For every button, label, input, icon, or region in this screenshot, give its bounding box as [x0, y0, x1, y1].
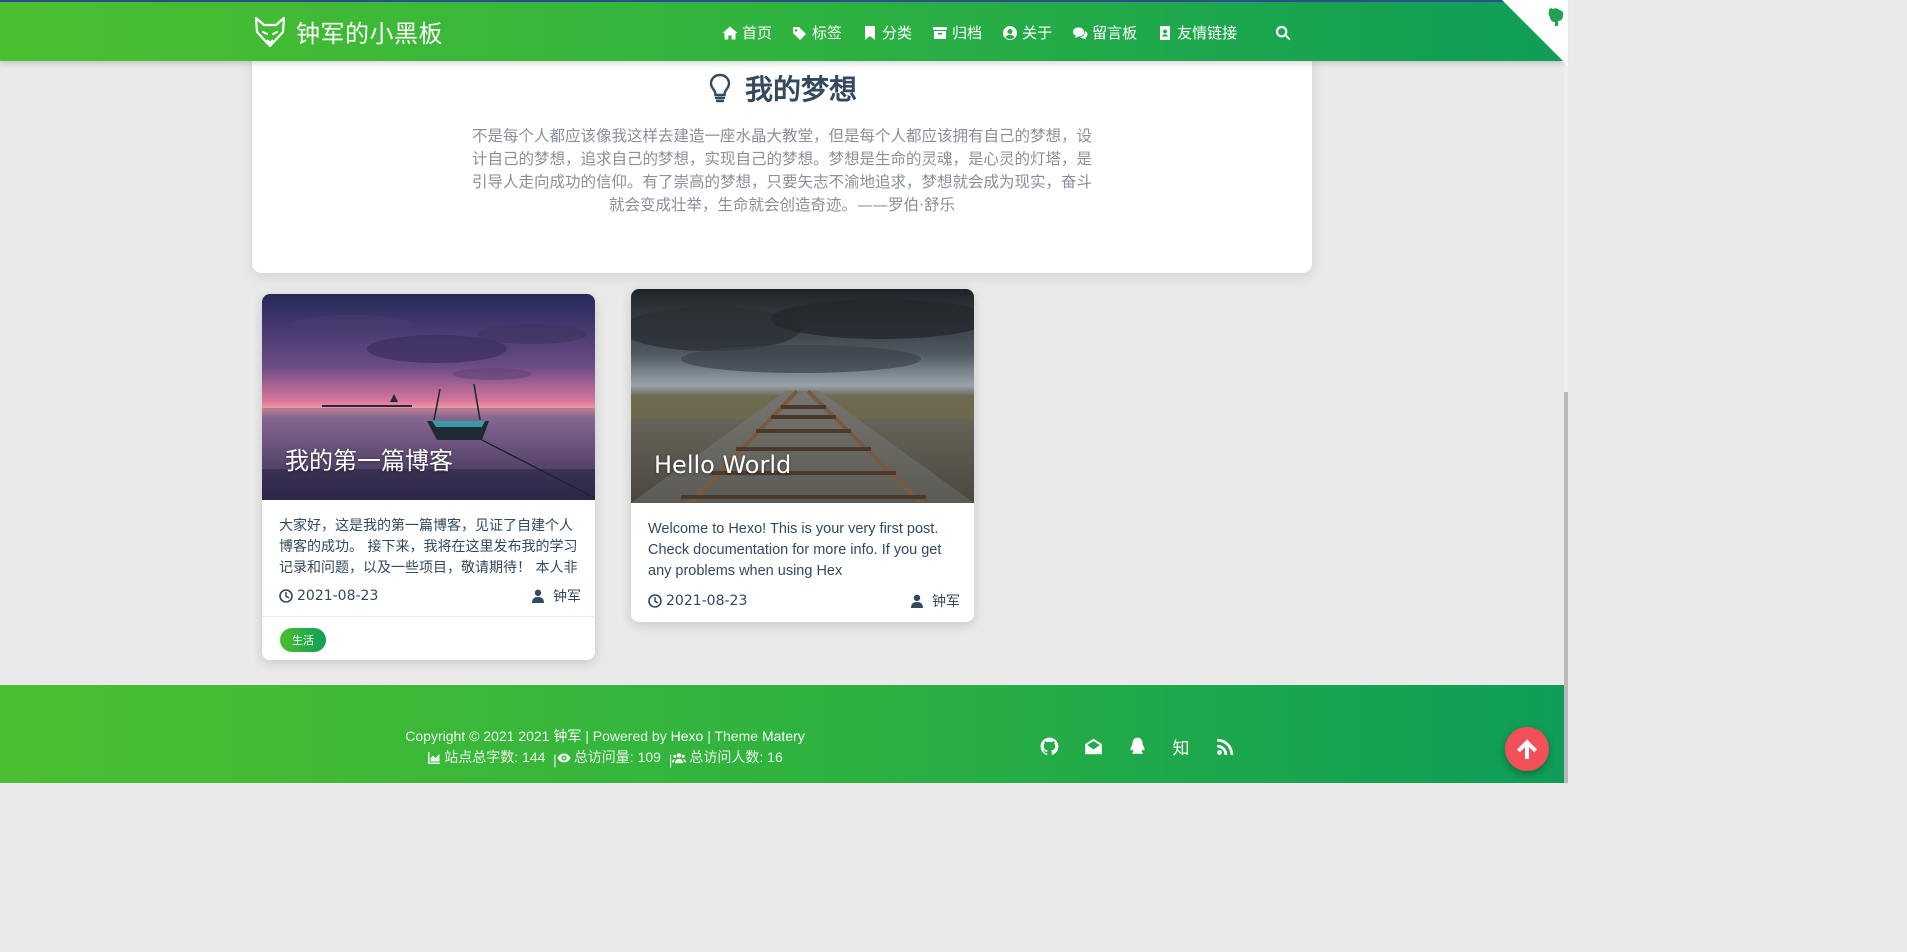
email-link[interactable] — [1082, 735, 1104, 757]
bookmark-icon — [865, 25, 876, 40]
post-author[interactable]: 钟军 — [910, 591, 960, 611]
post-meta: 2021-08-23 钟军 — [648, 591, 960, 611]
pv-label: 总访问量: — [573, 749, 634, 765]
envelope-open-icon — [1084, 738, 1102, 754]
post-excerpt: 大家好，这是我的第一篇博客，见证了自建个人博客的成功。 接下来，我将在这里发布我… — [279, 518, 578, 576]
main-nav: 首页 标签 分类 归档 关于 留言板 友情链接 — [712, 2, 1305, 63]
post-author[interactable]: 钟军 — [531, 586, 581, 606]
site-title: 钟军的小黑板 — [296, 20, 443, 48]
owner-link[interactable]: 钟军 — [553, 728, 581, 744]
nav-label: 归档 — [952, 24, 983, 42]
dream-title: 我的梦想 — [744, 73, 857, 106]
copyright-line: Copyright © 2021 2021 钟军 | Powered by He… — [0, 726, 1210, 747]
home-icon — [722, 26, 738, 39]
post-date-text: 2021-08-23 — [297, 588, 379, 604]
nav-item-categories[interactable]: 分类 — [852, 2, 922, 63]
lightbulb-icon — [709, 73, 731, 103]
uv-label: 总访问人数: — [689, 749, 764, 765]
zhihu-link[interactable]: 知 — [1170, 735, 1192, 759]
clock-icon — [648, 594, 662, 608]
uv-value: 16 — [767, 749, 783, 765]
nav-label: 友情链接 — [1177, 24, 1238, 42]
post-meta: 2021-08-23 钟军 — [279, 586, 581, 606]
page-scrollbar[interactable] — [1564, 0, 1568, 783]
copyright-prefix: Copyright © 2021 2021 — [405, 728, 550, 744]
uv-stat: 总访问人数: 16 — [672, 747, 783, 768]
user-icon — [911, 594, 923, 608]
powered-by-label: | Powered by — [585, 728, 667, 744]
pv-value: 109 — [637, 749, 661, 765]
nav-label: 分类 — [882, 24, 913, 42]
post-date-text: 2021-08-23 — [666, 593, 748, 609]
post-date: 2021-08-23 — [279, 588, 378, 604]
nav-label: 标签 — [812, 24, 843, 42]
post-title[interactable]: 我的第一篇博客 — [285, 441, 453, 476]
qq-link[interactable] — [1126, 735, 1148, 757]
tag-chip[interactable]: 生活 — [280, 628, 326, 652]
archive-icon — [933, 26, 948, 39]
word-count-value: 144 — [522, 749, 546, 765]
post-title[interactable]: Hello World — [654, 451, 791, 479]
post-cover-image[interactable]: Hello World — [631, 289, 974, 503]
word-count-label: 站点总字数: — [444, 749, 519, 765]
copyright: Copyright © 2021 2021 钟军 | Powered by He… — [0, 726, 1210, 771]
search-button[interactable] — [1247, 2, 1305, 63]
site-stats: 站点总字数: 144 | 总访问量: 109 | 总访问人数: 16 — [0, 747, 1210, 771]
zhihu-icon: 知 — [1172, 738, 1190, 759]
users-icon — [672, 752, 687, 763]
pv-stat: 总访问量: 109 — [557, 747, 661, 768]
post-tags: 生活 — [262, 616, 595, 660]
nav-label: 关于 — [1022, 24, 1053, 42]
rss-icon — [1216, 738, 1233, 755]
post-author-text: 钟军 — [553, 589, 581, 605]
top-navbar: 钟军的小黑板 首页 标签 分类 归档 关于 留言板 友情链接 — [0, 0, 1564, 61]
nav-item-guestbook[interactable]: 留言板 — [1062, 2, 1147, 63]
scrollbar-thumb[interactable] — [1564, 392, 1568, 783]
github-icon — [1040, 737, 1058, 755]
nav-label: 首页 — [742, 24, 773, 42]
qq-icon — [1129, 737, 1145, 754]
post-author-text: 钟军 — [932, 594, 960, 610]
post-card[interactable]: 我的第一篇博客 大家好，这是我的第一篇博客，见证了自建个人博客的成功。 接下来，… — [262, 294, 595, 660]
theme-label: | Theme — [707, 728, 759, 744]
clock-icon — [279, 589, 293, 603]
word-count-stat: 站点总字数: 144 — [427, 747, 545, 768]
address-book-icon — [1160, 25, 1171, 40]
area-chart-icon — [428, 751, 441, 764]
tags-icon — [793, 26, 807, 40]
back-to-top-button[interactable] — [1505, 727, 1549, 771]
hexo-link[interactable]: Hexo — [671, 728, 704, 744]
theme-link[interactable]: Matery — [762, 728, 805, 744]
eye-icon — [557, 753, 571, 762]
nav-item-tags[interactable]: 标签 — [782, 2, 852, 63]
github-link[interactable] — [1038, 735, 1060, 757]
comments-icon — [1073, 27, 1088, 39]
user-circle-icon — [1003, 25, 1018, 40]
fox-logo-icon — [254, 16, 286, 47]
dream-heading: 我的梦想 — [252, 68, 1312, 108]
nav-item-about[interactable]: 关于 — [992, 2, 1062, 63]
nav-item-archive[interactable]: 归档 — [922, 2, 992, 63]
nav-item-home[interactable]: 首页 — [712, 2, 782, 63]
arrow-up-icon — [1517, 739, 1537, 759]
rss-link[interactable] — [1214, 735, 1236, 757]
site-footer: Copyright © 2021 2021 钟军 | Powered by He… — [0, 685, 1564, 783]
dream-card: 我的梦想 不是每个人都应该像我这样去建造一座水晶大教堂，但是每个人都应该拥有自己… — [252, 40, 1312, 273]
dream-quote: 不是每个人都应该像我这样去建造一座水晶大教堂，但是每个人都应该拥有自己的梦想，设… — [471, 127, 1092, 214]
brand[interactable]: 钟军的小黑板 — [253, 14, 443, 49]
nav-label: 留言板 — [1092, 24, 1138, 42]
nav-item-friend-links[interactable]: 友情链接 — [1147, 2, 1247, 63]
user-icon — [532, 589, 544, 603]
post-cover-image[interactable]: 我的第一篇博客 — [262, 294, 595, 500]
post-excerpt: Welcome to Hexo! This is your very first… — [648, 521, 942, 579]
post-date: 2021-08-23 — [648, 593, 747, 609]
post-card[interactable]: Hello World Welcome to Hexo! This is you… — [631, 289, 974, 622]
github-corner-icon[interactable] — [1502, 0, 1568, 66]
social-links: 知 — [1038, 735, 1258, 759]
search-icon — [1276, 25, 1291, 40]
